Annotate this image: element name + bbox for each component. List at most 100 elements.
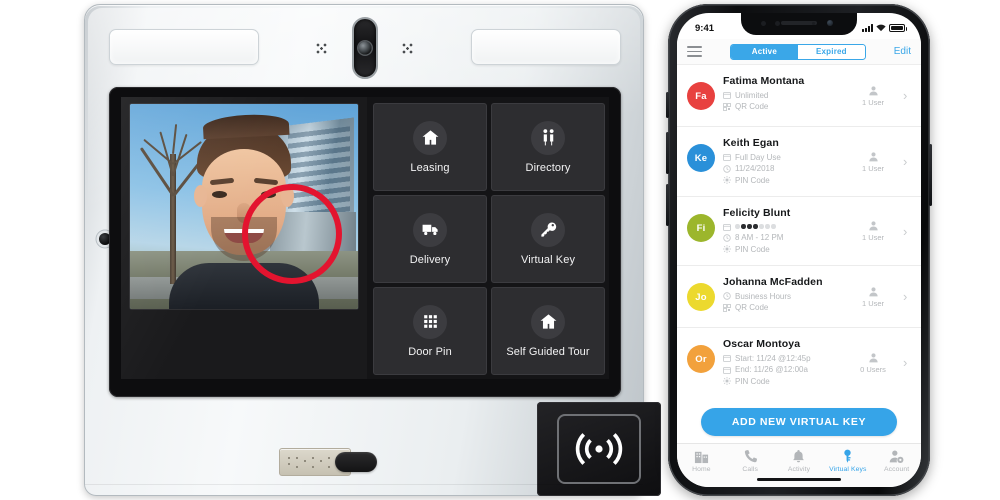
segment-expired[interactable]: Expired (797, 44, 865, 59)
chevron-right-icon: › (903, 154, 908, 169)
qr-icon (723, 303, 731, 312)
kiosk-screen-frame: Leasing Directory Delivery Virtual Key D… (109, 87, 621, 397)
key-users-count: 0 Users (860, 364, 886, 374)
key-detail-row (723, 223, 843, 231)
house-icon (413, 120, 447, 155)
kiosk-tile-delivery[interactable]: Delivery (373, 195, 487, 283)
active-expired-segmented-control[interactable]: Active Expired (729, 43, 866, 60)
kiosk-tile-leasing[interactable]: Leasing (373, 103, 487, 191)
light-panel-left-icon (109, 29, 259, 65)
key-users: 1 User (851, 286, 895, 308)
list-item[interactable]: Jo Johanna McFadden Business Hours QR Co… (677, 266, 921, 328)
people-icon (531, 120, 565, 155)
virtual-keys-list[interactable]: Fa Fatima Montana Unlimited QR Code 1 Us… (677, 65, 921, 401)
key-holder-name: Felicity Blunt (723, 207, 791, 219)
kiosk-tile-self-guided-tour[interactable]: Self Guided Tour (491, 287, 605, 375)
key-holder-name: Fatima Montana (723, 75, 805, 87)
key-detail-row: Start: 11/24 @12:45p (723, 354, 843, 363)
user-icon (868, 286, 879, 297)
key-detail-text: 11/24/2018 (735, 164, 775, 173)
pin-icon (723, 176, 731, 184)
avatar: Jo (687, 283, 715, 311)
key-holder-name: Oscar Montoya (723, 338, 801, 350)
phone-silent-switch[interactable] (666, 92, 669, 118)
tab-home[interactable]: Home (677, 449, 726, 473)
tab-calls[interactable]: Calls (726, 449, 775, 473)
key-detail-row: 8 AM - 12 PM (723, 233, 843, 242)
key-detail-row: 11/24/2018 (723, 164, 843, 173)
key-details: Johanna McFadden Business Hours QR Code (723, 275, 843, 315)
calendar-icon (723, 223, 731, 231)
building-icon (694, 449, 709, 464)
tab-account[interactable]: Account (872, 449, 921, 473)
key-holder-name: Keith Egan (723, 137, 779, 149)
house-icon (531, 304, 565, 339)
calendar-icon (723, 354, 731, 362)
kiosk-tile-label: Leasing (410, 161, 450, 174)
phone-volume-up-button[interactable] (666, 132, 669, 174)
screenshot-root: Leasing Directory Delivery Virtual Key D… (0, 0, 1000, 500)
qr-icon (723, 102, 731, 111)
key-detail-text: Start: 11/24 @12:45p (735, 353, 811, 363)
calendar-icon (723, 153, 731, 161)
pin-icon (723, 245, 731, 253)
user-icon (868, 220, 879, 231)
key-detail-row: PIN Code (723, 176, 843, 185)
tab-label: Home (692, 466, 711, 473)
kiosk-tile-label: Self Guided Tour (506, 345, 590, 358)
phone-power-button[interactable] (929, 144, 932, 206)
kiosk-menu-grid: Leasing Directory Delivery Virtual Key D… (242, 97, 609, 379)
key-detail-text: Full Day Use (735, 152, 781, 162)
avatar: Fa (687, 82, 715, 110)
key-detail-text: Unlimited (735, 90, 769, 100)
bell-icon (791, 449, 806, 464)
kiosk-tile-virtual-key[interactable]: Virtual Key (491, 195, 605, 283)
edit-button[interactable]: Edit (894, 46, 911, 57)
phone-volume-down-button[interactable] (666, 184, 669, 226)
list-item[interactable]: Fa Fatima Montana Unlimited QR Code 1 Us… (677, 65, 921, 127)
add-new-virtual-key-button[interactable]: ADD NEW VIRTUAL KEY (701, 408, 897, 436)
microphone-holes-left-icon (316, 43, 327, 54)
kiosk-tile-label: Door Pin (408, 345, 452, 358)
tab-virtual-keys[interactable]: Virtual Keys (823, 449, 872, 473)
kiosk-tile-label: Directory (525, 161, 571, 174)
key-users: 1 User (851, 220, 895, 242)
tab-label: Calls (742, 466, 758, 473)
rfid-wave-icon (557, 414, 641, 484)
segment-active[interactable]: Active (730, 44, 798, 59)
calendar-icon (723, 366, 731, 374)
kiosk-tile-label: Delivery (409, 253, 451, 266)
tab-activity[interactable]: Activity (775, 449, 824, 473)
list-item[interactable]: Ke Keith Egan Full Day Use 11/24/2018 PI… (677, 127, 921, 197)
key-users-count: 1 User (861, 233, 885, 242)
call-button[interactable] (335, 452, 377, 472)
list-item[interactable]: Fi Felicity Blunt 8 AM - 12 PM PIN Code … (677, 197, 921, 266)
hamburger-menu-icon[interactable] (687, 45, 702, 58)
video-call-pane (121, 97, 367, 379)
avatar: Fi (687, 214, 715, 242)
kiosk-tile-label: Virtual Key (520, 253, 576, 266)
phone-screen: 9:41 Active Expired Edit Fa Fatima Monta… (677, 13, 921, 487)
truck-icon (413, 212, 447, 247)
key-icon (840, 449, 855, 464)
add-key-container: ADD NEW VIRTUAL KEY (677, 401, 921, 443)
signal-bars-icon (862, 24, 873, 32)
status-indicators (862, 24, 907, 32)
key-details: Oscar Montoya Start: 11/24 @12:45p End: … (723, 337, 843, 388)
key-details: Keith Egan Full Day Use 11/24/2018 PIN C… (723, 136, 843, 187)
light-panel-right-icon (471, 29, 621, 65)
list-item[interactable]: Or Oscar Montoya Start: 11/24 @12:45p En… (677, 328, 921, 397)
key-details: Fatima Montana Unlimited QR Code (723, 74, 843, 114)
user-icon (868, 151, 879, 162)
key-detail-text: QR Code (735, 102, 769, 111)
clock-icon (723, 292, 731, 300)
key-detail-text: Business Hours (735, 291, 792, 301)
key-detail-text: QR Code (735, 303, 769, 312)
kiosk-tile-door-pin[interactable]: Door Pin (373, 287, 487, 375)
app-nav-bar: Active Expired Edit (677, 39, 921, 65)
kiosk-tile-directory[interactable]: Directory (491, 103, 605, 191)
chevron-right-icon: › (903, 88, 908, 103)
tab-label: Virtual Keys (829, 466, 867, 473)
rfid-reader[interactable] (537, 402, 661, 496)
keypad-grid-icon (413, 304, 447, 339)
